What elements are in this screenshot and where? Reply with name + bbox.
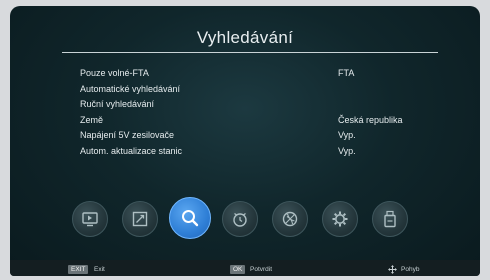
menu-item-country[interactable]: Země Česká republika xyxy=(80,115,440,131)
menu-item-value: Vyp. xyxy=(338,145,356,156)
usb-icon[interactable] xyxy=(372,201,408,237)
globe-icon[interactable] xyxy=(272,201,308,237)
tv-icon[interactable] xyxy=(72,201,108,237)
menu-item-label: Automatické vyhledávání xyxy=(80,83,181,94)
clock-icon[interactable] xyxy=(222,201,258,237)
menu-item-auto-update[interactable]: Autom. aktualizace stanic Vyp. xyxy=(80,146,440,162)
tv-screen: Vyhledávání Pouze volné-FTA FTA Automati… xyxy=(10,6,480,276)
menu-item-label: Pouze volné-FTA xyxy=(80,68,149,78)
menu-item-antenna-power[interactable]: Napájení 5V zesilovače Vyp. xyxy=(80,130,440,146)
title-divider xyxy=(62,52,438,53)
move-hint: Pohyb xyxy=(401,266,420,273)
ok-key[interactable]: OK xyxy=(230,265,246,274)
page-title: Vyhledávání xyxy=(196,28,294,47)
menu-item-fta-only[interactable]: Pouze volné-FTA FTA xyxy=(80,68,440,84)
menu-item-label: Ruční vyhledávání xyxy=(80,99,155,109)
menu-item-label: Země xyxy=(80,114,104,125)
search-icon[interactable] xyxy=(169,197,211,239)
menu-item-manual-search[interactable]: Ruční vyhledávání xyxy=(80,99,440,115)
menu-item-value: FTA xyxy=(338,68,355,78)
exit-key[interactable]: EXIT xyxy=(68,265,89,274)
gear-icon[interactable] xyxy=(322,201,358,237)
menu-item-label: Napájení 5V zesilovače xyxy=(80,130,175,140)
picture-icon[interactable] xyxy=(122,201,158,237)
menu-item-auto-search[interactable]: Automatické vyhledávání xyxy=(80,84,440,100)
help-bar: EXIT Exit OK Potvrdit Pohyb xyxy=(10,260,480,276)
menu-item-label: Autom. aktualizace stanic xyxy=(80,145,183,156)
exit-hint: Exit xyxy=(94,266,105,273)
move-arrows-icon xyxy=(388,265,397,274)
menu-item-value: Česká republika xyxy=(338,114,403,125)
menu-item-value: Vyp. xyxy=(338,130,356,140)
ok-hint: Potvrdit xyxy=(250,266,273,273)
settings-menu: Pouze volné-FTA FTA Automatické vyhledáv… xyxy=(80,68,440,161)
main-menu-icon-bar xyxy=(72,197,432,243)
